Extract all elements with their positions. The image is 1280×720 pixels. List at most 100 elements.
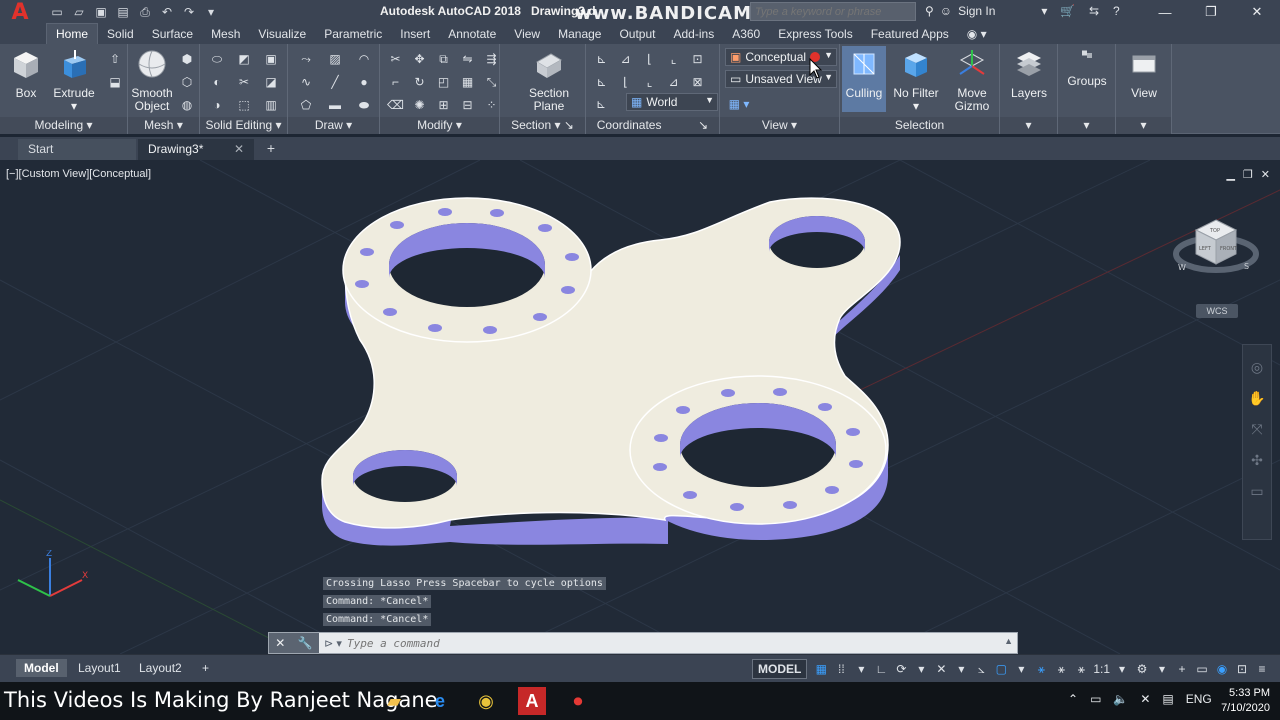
slice-icon[interactable]: ⬚ [231,94,257,116]
edge-browser-icon[interactable]: e [426,687,454,715]
clean-screen-icon[interactable]: ⊡ [1232,659,1252,679]
annotation-scale-dropdown-icon[interactable]: ▾ [1112,659,1132,679]
annotation-scale-value[interactable]: 1:1 [1091,659,1112,679]
polar-icon[interactable]: ⟳ [891,659,911,679]
viewport-config-icon[interactable]: ▦ ▾ [728,93,750,115]
customize-menu-icon[interactable]: ≡ [1252,659,1272,679]
viewport-controls-label[interactable]: [−][Custom View][Conceptual] [6,168,151,180]
fillet-icon[interactable]: ⌐ [384,71,407,93]
add-layout-icon[interactable]: + [194,659,217,677]
exchange-icon[interactable]: ⇆ [1089,4,1099,18]
tab-express-tools[interactable]: Express Tools [769,24,861,44]
orbit-icon[interactable]: ✣ [1251,452,1263,469]
separate-icon[interactable]: ▣ [258,48,284,70]
close-tab-icon[interactable]: ✕ [234,139,244,160]
3d-part[interactable] [321,197,901,546]
tab-view[interactable]: View [505,24,549,44]
tab-visualize[interactable]: Visualize [249,24,315,44]
panel-title-selection[interactable]: Selection [840,117,999,134]
battery-icon[interactable]: ▭ [1090,692,1101,706]
panel-title-draw[interactable]: Draw ▾ [288,117,379,134]
box-button[interactable]: Box [2,48,50,100]
union-icon[interactable]: ⬭ [204,48,230,70]
tab-insert[interactable]: Insert [391,24,439,44]
isodraft-icon[interactable]: ✕ [931,659,951,679]
polysolid-icon[interactable]: ⬓ [104,71,126,93]
open-icon[interactable]: ▱ [70,4,88,20]
ellipse-icon[interactable]: ⬬ [350,94,378,116]
object-snap-tracking-icon[interactable]: ⦣ [971,659,991,679]
steering-wheel-icon[interactable]: ◎ [1251,359,1263,376]
auto-scale-icon[interactable]: ⚹ [1051,659,1071,679]
panel-title-modify[interactable]: Modify ▾ [380,117,499,134]
interfere-icon[interactable]: ✂ [231,71,257,93]
snap-icon[interactable]: ⁞⁞ [831,659,851,679]
viewport-restore-icon[interactable]: ❐ [1243,168,1253,181]
extrude-button[interactable]: Extrude ▾ [50,48,98,113]
3d-align-icon[interactable]: ⊟ [456,94,479,116]
snap-dropdown-icon[interactable]: ▾ [851,659,871,679]
thicken-icon[interactable]: ▥ [258,94,284,116]
notification-icon[interactable]: ▤ [1162,692,1173,706]
sign-in-dropdown-icon[interactable]: ▾ [1041,4,1047,18]
network-icon[interactable]: ✕ [1140,692,1150,706]
object-snap-icon[interactable]: ▢ [991,659,1011,679]
panel-title-groups[interactable]: ▾ [1058,117,1115,134]
customize-wrench-icon[interactable]: 🔧 [298,636,313,650]
zoom-icon[interactable]: ⤧ [1251,421,1262,438]
panel-title-section[interactable]: Section ▾ ↘ [500,117,585,134]
workspace-gear-icon[interactable]: ⚙ [1132,659,1152,679]
restore-icon[interactable]: ❐ [1188,0,1234,24]
cart-icon[interactable]: 🛒 [1060,4,1075,18]
ucs-origin-icon[interactable]: ⌊ [638,48,661,70]
rotate-icon[interactable]: ↻ [408,71,431,93]
polar-dropdown-icon[interactable]: ▾ [911,659,931,679]
annotation-visibility-icon[interactable]: ⚹ [1031,659,1051,679]
circle-icon[interactable]: ● [350,71,378,93]
tab-surface[interactable]: Surface [143,24,202,44]
panel-title-view-extra[interactable]: ▾ [1116,117,1171,134]
undo-icon[interactable]: ↶ [158,4,176,20]
tab-layout2[interactable]: Layout2 [131,659,190,677]
language-indicator[interactable]: ENG [1186,692,1212,706]
subtract-icon[interactable]: ◐ [204,71,230,93]
mesh-crease-icon[interactable]: ◍ [176,94,198,116]
model-canvas[interactable] [0,160,1280,654]
tab-a360[interactable]: A360 [723,24,769,44]
mesh-smooth-more-icon[interactable]: ⬢ [176,48,198,70]
panel-title-view[interactable]: View ▾ [720,117,839,134]
mesh-refine-icon[interactable]: ⬡ [176,71,198,93]
command-history-up-icon[interactable]: ▲ [1004,636,1013,646]
array-icon[interactable]: ▦ [456,71,479,93]
pan-hand-icon[interactable]: ✋ [1248,390,1265,407]
workspace-dropdown-icon[interactable]: ▾ [1152,659,1172,679]
viewport-close-icon[interactable]: ✕ [1261,168,1270,181]
tab-output[interactable]: Output [610,24,664,44]
autocad-taskbar-icon[interactable]: A [518,687,546,715]
polygon-icon[interactable]: ⬠ [292,94,320,116]
ucs-view-icon[interactable]: ⌞ [662,48,685,70]
view-button[interactable]: View [1120,48,1168,100]
grid-icon[interactable]: ▦ [811,659,831,679]
sign-in-label[interactable]: Sign In [958,4,995,18]
ucs-face-icon[interactable]: ⊠ [686,71,709,93]
presspull-icon[interactable]: ⇧ [104,48,126,70]
copy-icon[interactable]: ⧉ [432,48,455,70]
spline-icon[interactable]: ∿ [292,71,320,93]
redo-icon[interactable]: ↷ [180,4,198,20]
shell-icon[interactable]: ◪ [258,71,284,93]
extract-edges-icon[interactable]: ◩ [231,48,257,70]
rectangle-icon[interactable]: ▬ [321,94,349,116]
align-icon[interactable]: ⊞ [432,94,455,116]
annotation-scale-icon[interactable]: ⚹ [1071,659,1091,679]
line-icon[interactable]: ╱ [321,71,349,93]
new-tab-icon[interactable]: + [262,139,280,158]
intersect-icon[interactable]: ◑ [204,94,230,116]
taskbar-clock[interactable]: 5:33 PM 7/10/2020 [1212,686,1270,716]
sign-in-area[interactable]: ⚲ ☺ Sign In ▾ [925,4,1047,18]
command-prompt-icon[interactable]: ⊳ ▾ [319,637,347,650]
panel-title-solid-editing[interactable]: Solid Editing ▾ [200,117,287,134]
minimize-icon[interactable]: — [1142,0,1188,24]
panel-title-coordinates[interactable]: Coordinates ↘ [586,117,719,134]
ucs-icon[interactable]: ⊾ [590,48,613,70]
